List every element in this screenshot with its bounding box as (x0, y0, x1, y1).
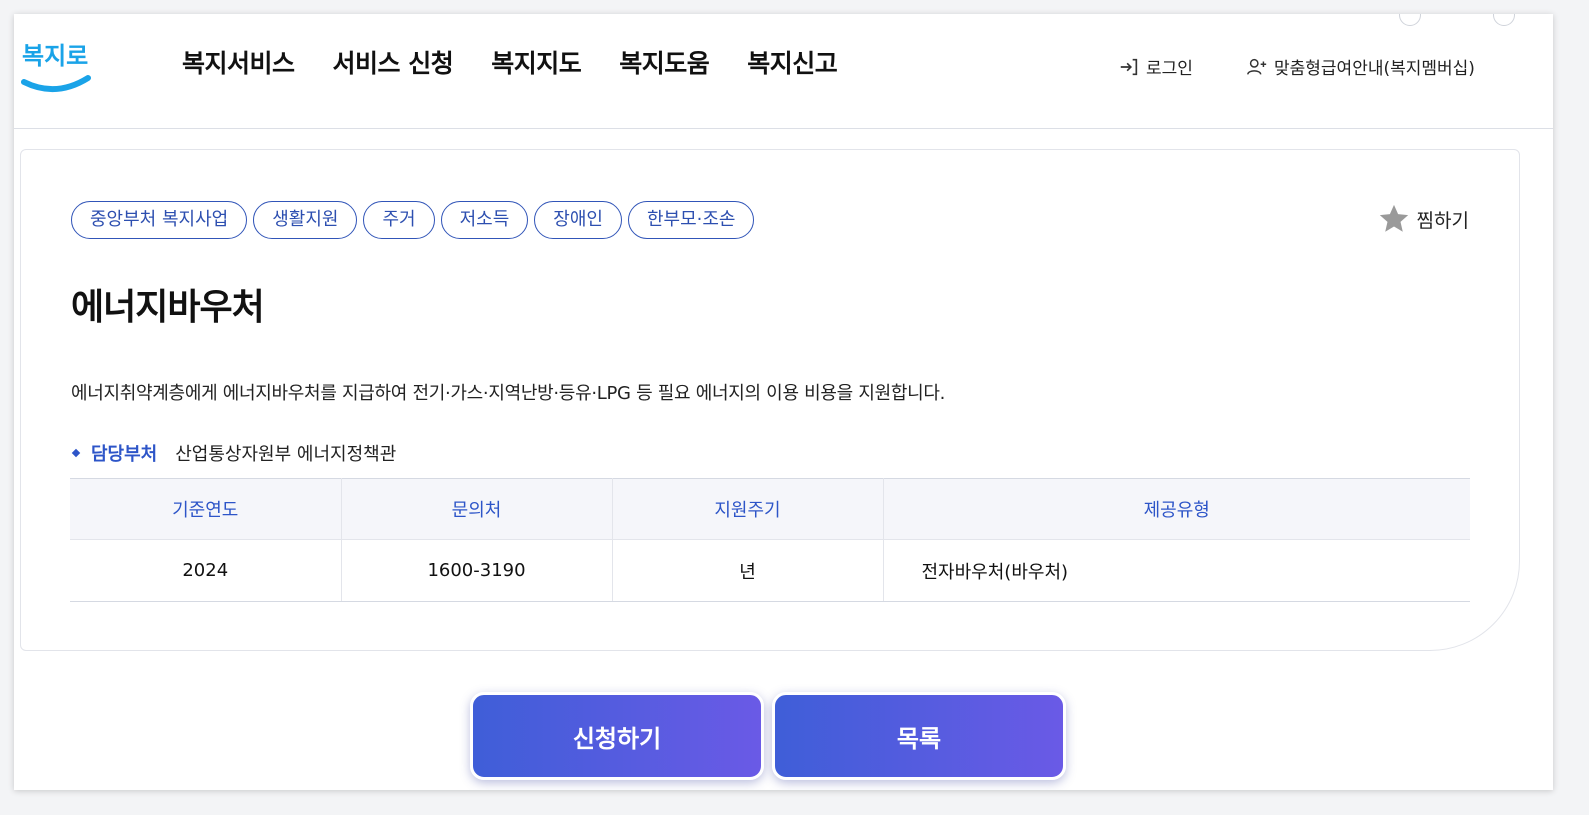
main-nav: 복지서비스 서비스 신청 복지지도 복지도움 복지신고 (182, 44, 838, 80)
logo-text: 복지로 (22, 42, 88, 70)
nav-welfare-service[interactable]: 복지서비스 (182, 44, 295, 80)
department-info: 담당부처 산업통상자원부 에너지정책관 (71, 440, 396, 466)
service-title: 에너지바우처 (71, 287, 265, 328)
login-link[interactable]: 로그인 (1118, 54, 1193, 79)
header-base-year: 기준연도 (70, 478, 342, 540)
table-header-row: 기준연도 문의처 지원주기 제공유형 (70, 478, 1470, 540)
star-icon (1379, 204, 1408, 232)
tag-disabled[interactable]: 장애인 (534, 201, 622, 239)
header-contact: 문의처 (341, 478, 613, 540)
department-label: 담당부처 (91, 444, 158, 465)
service-info-table: 기준연도 문의처 지원주기 제공유형 2024 1600-3190 년 전자바우… (70, 478, 1470, 602)
membership-link[interactable]: 맞춤형급여안내(복지멤버십) (1246, 54, 1475, 79)
membership-label: 맞춤형급여안내(복지멤버십) (1274, 59, 1475, 79)
bookmark-button[interactable]: 찜하기 (1377, 202, 1469, 236)
category-tags: 중앙부처 복지사업 생활지원 주거 저소득 장애인 한부모·조손 (71, 201, 755, 239)
top-decorations (1399, 14, 1515, 26)
cell-contact: 1600-3190 (341, 539, 613, 602)
table-row: 2024 1600-3190 년 전자바우처(바우처) (70, 539, 1470, 602)
cell-base-year: 2024 (70, 539, 342, 602)
list-button[interactable]: 목록 (772, 692, 1066, 780)
tag-single-parent[interactable]: 한부모·조손 (627, 201, 755, 239)
nav-welfare-report[interactable]: 복지신고 (747, 44, 838, 80)
diamond-bullet-icon (71, 448, 81, 458)
tag-housing[interactable]: 주거 (363, 201, 435, 239)
header-provision-type: 제공유형 (883, 478, 1470, 540)
tag-living-support[interactable]: 생활지원 (253, 201, 358, 239)
bookmark-label: 찜하기 (1416, 209, 1469, 232)
cell-provision-type: 전자바우처(바우처) (883, 539, 1470, 602)
page-frame: 복지로 복지서비스 서비스 신청 복지지도 복지도움 복지신고 로그인 맞춤형급… (14, 14, 1553, 790)
login-label: 로그인 (1146, 59, 1193, 79)
login-icon (1120, 58, 1138, 75)
tag-central-ministry[interactable]: 중앙부처 복지사업 (71, 201, 248, 239)
service-detail-card: 중앙부처 복지사업 생활지원 주거 저소득 장애인 한부모·조손 찜하기 에너지… (20, 149, 1520, 651)
header-support-cycle: 지원주기 (612, 478, 884, 540)
decor-circle (1399, 14, 1421, 26)
tag-low-income[interactable]: 저소득 (440, 201, 529, 239)
cell-support-cycle: 년 (612, 539, 884, 602)
nav-service-apply[interactable]: 서비스 신청 (333, 44, 454, 80)
department-value: 산업통상자원부 에너지정책관 (175, 444, 397, 465)
site-header: 복지로 복지서비스 서비스 신청 복지지도 복지도움 복지신고 로그인 맞춤형급… (14, 14, 1553, 129)
service-description: 에너지취약계층에게 에너지바우처를 지급하여 전기·가스·지역난방·등유·LPG… (71, 383, 946, 404)
decor-circle (1493, 14, 1515, 26)
nav-welfare-map[interactable]: 복지지도 (491, 44, 582, 80)
bokjiro-logo[interactable]: 복지로 (18, 26, 94, 94)
user-add-icon (1247, 58, 1267, 75)
apply-button[interactable]: 신청하기 (470, 692, 764, 780)
nav-welfare-help[interactable]: 복지도움 (619, 44, 710, 80)
